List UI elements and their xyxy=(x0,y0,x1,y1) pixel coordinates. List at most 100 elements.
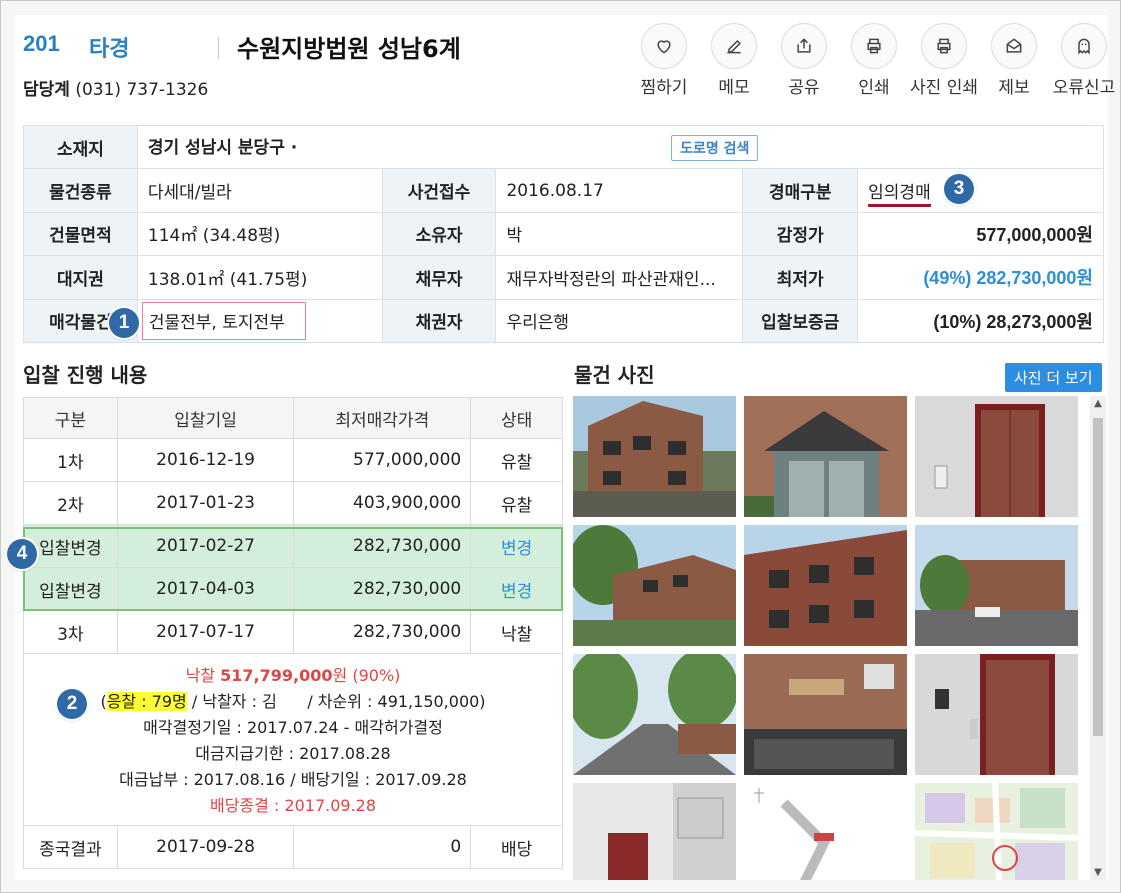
final-date: 2017-09-28 xyxy=(116,825,295,869)
receipt-value: 2016.08.17 xyxy=(495,168,744,213)
photo-thumbnail[interactable] xyxy=(744,396,907,517)
photo-thumbnail[interactable] xyxy=(573,396,736,517)
col-round: 구분 xyxy=(23,397,118,439)
ghost-icon xyxy=(1078,38,1090,55)
case-panel: 201 타경 수원지방법원 성남6계 담당계 (031) 737-1326 찜하… xyxy=(7,15,1115,880)
bidders-open-paren: ( xyxy=(100,691,107,711)
bidders-line: (응찰 : 79명 / 낙찰자 : 김 / 차순위 : 491,150,000) xyxy=(24,689,562,715)
error-report-button[interactable]: 오류신고 xyxy=(1049,23,1119,98)
photo-thumbnail[interactable] xyxy=(744,783,907,880)
final-price: 0 xyxy=(293,825,472,869)
scrollbar-thumb[interactable] xyxy=(1093,418,1103,736)
report-button[interactable]: 제보 xyxy=(979,23,1049,98)
property-info-table: 소재지 경기 성남시 분당구 · 도로명 검색 물건종류 다세대/빌라 사건접수… xyxy=(23,124,1105,344)
scroll-down-icon[interactable]: ▼ xyxy=(1093,867,1103,878)
heart-icon xyxy=(657,40,671,54)
photo-thumbnail[interactable] xyxy=(573,649,738,775)
photo-thumbnail[interactable] xyxy=(915,396,1078,517)
col-min-price: 최저매각가격 xyxy=(293,397,472,439)
photo-thumbnail[interactable] xyxy=(573,783,736,880)
table-row: 입찰변경 2017-04-03 282,730,000 변경 xyxy=(23,567,563,611)
photo-thumbnail[interactable] xyxy=(914,782,1079,880)
sold-unit: 원 xyxy=(332,665,348,685)
owner-value: 박 xyxy=(495,211,744,257)
report-label: 제보 xyxy=(998,78,1030,98)
deposit-value: (10%) 28,273,000원 xyxy=(857,298,1104,344)
contact-info: 담당계 (031) 737-1326 xyxy=(23,75,208,100)
contact-label: 담당계 xyxy=(23,80,70,100)
case-type: 타경 xyxy=(89,37,130,62)
table-row: 입찰변경 2017-02-27 282,730,000 변경 xyxy=(23,524,563,568)
final-result-row: 종국결과 2017-09-28 0 배당 xyxy=(23,825,563,869)
photo-thumbnail[interactable] xyxy=(915,654,1078,775)
table-row: 1차 2016-12-19 577,000,000 유찰 xyxy=(23,438,563,482)
annotation-badge-3: 3 xyxy=(944,174,974,204)
memo-button[interactable]: 메모 xyxy=(699,23,769,98)
memo-label: 메모 xyxy=(718,78,750,98)
photo-thumbnail[interactable] xyxy=(915,525,1078,646)
decision-date: 매각결정기일 : 2017.07.24 - 매각허가결정 xyxy=(143,717,443,737)
row-round: 1차 xyxy=(23,438,118,482)
address-cell: 경기 성남시 분당구 · 도로명 검색 xyxy=(136,124,1105,170)
table-row: 3차 2017-07-17 282,730,000 낙찰 xyxy=(23,610,563,654)
share-button[interactable]: 공유 xyxy=(769,23,839,98)
contact-phone: (031) 737-1326 xyxy=(75,80,209,100)
land-right-label: 대지권 xyxy=(23,255,138,300)
print-button[interactable]: 인쇄 xyxy=(839,23,909,98)
more-photos-button[interactable]: 사진 더 보기 xyxy=(1005,363,1102,392)
annotation-badge-4: 4 xyxy=(7,539,37,569)
row-status: 변경 xyxy=(470,524,563,568)
row-status: 유찰 xyxy=(470,481,563,525)
auction-kind-label: 경매구분 xyxy=(742,168,859,213)
row-price: 282,730,000 xyxy=(293,610,472,654)
appraisal-value: 577,000,000원 xyxy=(857,211,1104,257)
creditor-value: 우리은행 xyxy=(495,298,744,344)
auction-kind-cell: 임의경매 xyxy=(857,168,1104,213)
row-status: 낙찰 xyxy=(470,610,563,654)
row-price: 282,730,000 xyxy=(293,524,472,568)
final-status: 배당 xyxy=(470,825,563,869)
edit-icon xyxy=(727,39,741,54)
row-round: 입찰변경 xyxy=(23,567,118,611)
sale-object-value: 건물전부, 토지전부 xyxy=(141,301,306,340)
min-price-label: 최저가 xyxy=(742,255,859,300)
row-price: 403,900,000 xyxy=(293,481,472,525)
deposit-label: 입찰보증금 xyxy=(742,298,859,344)
sale-detail-row: 낙찰 517,799,000원 (90%) (응찰 : 79명 / 낙찰자 : … xyxy=(23,653,563,826)
col-date: 입찰기일 xyxy=(116,397,295,439)
payment-info: 대금납부 : 2017.08.16 / 배당기일 : 2017.09.28 xyxy=(119,769,467,789)
annotation-badge-1: 1 xyxy=(109,308,139,338)
payment-deadline: 대금지급기한 : 2017.08.28 xyxy=(195,743,391,763)
annotation-badge-2: 2 xyxy=(57,689,87,719)
share-label: 공유 xyxy=(788,78,820,98)
receipt-label: 사건접수 xyxy=(381,168,497,213)
photo-scrollbar[interactable]: ▲ ▼ xyxy=(1090,396,1106,880)
sold-rate: (90%) xyxy=(352,665,401,685)
sold-line: 낙찰 517,799,000원 (90%) xyxy=(24,663,562,689)
table-row: 2차 2017-01-23 403,900,000 유찰 xyxy=(23,481,563,525)
photo-thumbnail[interactable] xyxy=(573,525,736,646)
owner-label: 소유자 xyxy=(381,211,497,257)
row-date: 2016-12-19 xyxy=(116,438,295,482)
building-area-value: 114㎡ (34.48평) xyxy=(136,211,383,257)
address-value: 경기 성남시 분당구 · xyxy=(147,138,298,159)
share-icon xyxy=(797,38,811,53)
scroll-up-icon[interactable]: ▲ xyxy=(1093,398,1103,409)
photo-thumbnail[interactable] xyxy=(744,654,907,775)
print-icon xyxy=(867,38,881,54)
action-toolbar: 찜하기 메모 공유 인쇄 사진 인쇄 제보 오류신고 xyxy=(629,23,1115,107)
road-search-button[interactable]: 도로명 검색 xyxy=(671,135,759,162)
case-number: 201 xyxy=(23,31,60,56)
building-area-label: 건물면적 xyxy=(23,211,138,257)
photo-section-title: 물건 사진 xyxy=(574,363,655,387)
row-price: 577,000,000 xyxy=(293,438,472,482)
sale-detail: 낙찰 517,799,000원 (90%) (응찰 : 79명 / 낙찰자 : … xyxy=(23,653,563,826)
row-round: 2차 xyxy=(23,481,118,525)
mail-icon xyxy=(1006,38,1022,53)
auction-kind-value: 임의경매 xyxy=(868,183,931,208)
creditor-label: 채권자 xyxy=(381,298,497,344)
photo-print-button[interactable]: 사진 인쇄 xyxy=(909,23,979,98)
court-title: 수원지방법원 성남6계 xyxy=(237,35,461,63)
favorite-button[interactable]: 찜하기 xyxy=(629,23,699,98)
photo-thumbnail[interactable] xyxy=(744,525,907,646)
